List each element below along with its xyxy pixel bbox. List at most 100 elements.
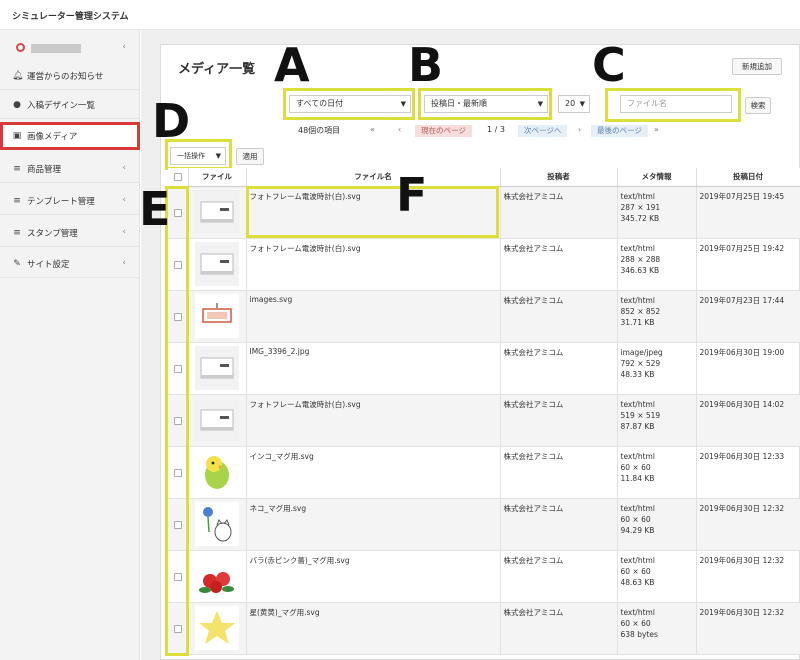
meta-cell: text/html 852 × 852 31.71 KB [617,290,697,343]
next-arrow[interactable]: › [578,125,581,134]
meta-dimensions: 60 × 60 [620,514,651,524]
column-header-filename[interactable]: ファイル名 [246,168,501,187]
annotation-letter-b: B [408,38,444,92]
meta-dimensions: 852 × 852 [620,306,661,316]
thumbnail-image[interactable] [195,397,239,442]
column-header-date[interactable]: 投稿日付 [696,168,800,187]
posted-date: 2019年06月30日 12:32 [699,607,785,617]
thumbnail-cell [188,394,247,447]
thumbnail-cell [188,186,247,239]
table-row[interactable]: images.svg 株式会社アミコム text/html 852 × 852 31.7… [168,290,800,343]
meta-cell: text/html 287 × 191 345.72 KB [617,186,697,239]
search-button[interactable]: 検索 [745,97,771,114]
sidebar-item-settings[interactable]: ✎ サイト設定 ‹ [0,250,140,278]
highlight-box-e [165,186,189,656]
meta-type: text/html [620,555,655,565]
apply-button[interactable]: 適用 [236,148,264,165]
column-header-poster[interactable]: 投稿者 [500,168,618,187]
meta-size: 11.84 KB [620,473,655,483]
thumbnail-cell [188,238,247,291]
filename-cell: バラ(赤ピンク薔)_マグ用.svg [246,550,501,603]
thumbnail-image[interactable] [195,449,239,494]
thumbnail-image[interactable] [195,501,239,546]
next-page-link[interactable]: 次ページへ [518,125,568,137]
meta-type: text/html [620,191,655,201]
thumbnail-image[interactable] [195,189,239,234]
date-cell: 2019年07月25日 19:45 [696,186,800,239]
sidebar-item-label: テンプレート管理 [27,197,95,207]
first-page-link[interactable]: « [370,125,375,134]
meta-cell: text/html 60 × 60 11.84 KB [617,446,697,499]
filename-cell: インコ_マグ用.svg [246,446,501,499]
poster-name: 株式会社アミコム [503,607,564,617]
posted-date: 2019年07月25日 19:42 [699,243,785,253]
date-cell: 2019年06月30日 12:32 [696,550,800,603]
new-media-button[interactable]: 新規追加 [732,58,782,75]
meta-cell: text/html 60 × 60 48.63 KB [617,550,697,603]
thumbnail-image[interactable] [195,345,239,390]
poster-name: 株式会社アミコム [503,191,564,201]
meta-cell: text/html 519 × 519 87.87 KB [617,394,697,447]
poster-cell: 株式会社アミコム [500,446,618,499]
poster-cell: 株式会社アミコム [500,238,618,291]
database-icon: ≡ [13,196,21,206]
sidebar-item-templates[interactable]: ≡ テンプレート管理 ‹ [0,187,140,215]
thumbnail-image[interactable] [195,553,239,598]
table-row[interactable]: フォトフレーム電波時計(白).svg 株式会社アミコム text/html 288 ×… [168,238,800,291]
prev-page-link[interactable]: ‹ [398,125,401,134]
highlight-box-b [418,88,552,120]
table-row[interactable]: インコ_マグ用.svg 株式会社アミコム text/html 60 × 60 11.84… [168,446,800,499]
sidebar-item-media[interactable]: ▣ 画像メディア [0,122,140,150]
sidebar-item-label: 入稿デザイン一覧 [27,101,96,111]
filename-link[interactable]: IMG_3396_2.jpg [247,343,500,360]
meta-cell: text/html 60 × 60 638 bytes [617,602,697,655]
table-row[interactable]: ネコ_マグ用.svg 株式会社アミコム text/html 60 × 60 94.29 … [168,498,800,551]
table-row[interactable]: IMG_3396_2.jpg 株式会社アミコム image/jpeg 792 × 52… [168,342,800,395]
filename-link[interactable]: インコ_マグ用.svg [247,447,500,466]
poster-name: 株式会社アミコム [503,451,564,461]
media-table: ファイル ファイル名 投稿者 メタ情報 投稿日付 フォトフレーム電波時計(白).… [168,168,800,655]
meta-size: 31.71 KB [620,317,655,327]
sidebar-item-label: スタンプ管理 [27,229,78,239]
meta-size: 638 bytes [620,629,658,639]
last-page-link[interactable]: 最後のページ [591,125,648,137]
poster-name: 株式会社アミコム [503,243,564,253]
sidebar-item-notices[interactable]: 🔔︎ 運営からのお知らせ [0,62,140,90]
filename-link[interactable]: フォトフレーム電波時計(白).svg [247,239,500,258]
table-row[interactable]: 星(黄黄)_マグ用.svg 株式会社アミコム text/html 60 × 60 638… [168,602,800,655]
sidebar-item-label: 画像メディア [27,132,78,142]
posted-date: 2019年07月25日 19:45 [699,191,785,201]
thumbnail-image[interactable] [195,241,239,286]
filename-link[interactable]: 星(黄黄)_マグ用.svg [247,603,500,622]
filename-link[interactable]: ネコ_マグ用.svg [247,499,500,518]
sidebar-item-products[interactable]: ≡ 商品管理 ‹ [0,155,140,183]
filename-link[interactable]: フォトフレーム電波時計(白).svg [247,395,500,414]
thumbnail-image[interactable] [195,605,239,650]
thumbnail-cell [188,550,247,603]
chevron-left-icon: ‹ [122,227,126,237]
filename-link[interactable]: images.svg [247,291,500,308]
thumbnail-cell [188,498,247,551]
per-page-select[interactable]: 20 ▼ [558,95,590,113]
table-row[interactable]: フォトフレーム電波時計(白).svg 株式会社アミコム text/html 519 ×… [168,394,800,447]
meta-dimensions: 792 × 529 [620,358,661,368]
user-name-redacted [31,44,81,53]
sidebar-item-stamps[interactable]: ≡ スタンプ管理 ‹ [0,219,140,247]
date-cell: 2019年06月30日 12:32 [696,498,800,551]
date-cell: 2019年07月25日 19:42 [696,238,800,291]
table-row[interactable]: バラ(赤ピンク薔)_マグ用.svg 株式会社アミコム text/html 60 × 6… [168,550,800,603]
meta-type: text/html [620,399,655,409]
filename-link[interactable]: バラ(赤ピンク薔)_マグ用.svg [247,551,500,570]
header-select-all[interactable] [168,168,189,187]
select-all-checkbox[interactable] [173,172,182,181]
annotation-letter-a: A [274,38,310,92]
per-page-value: 20 [565,99,576,108]
poster-cell: 株式会社アミコム [500,394,618,447]
user-menu[interactable]: ‹ [0,38,140,58]
page-title: メディア一覧 [178,62,256,77]
last-arrow[interactable]: » [654,125,659,134]
sidebar-item-designs[interactable]: ● 入稿デザイン一覧 [0,91,140,119]
chevron-left-icon: ‹ [122,258,126,268]
thumbnail-image[interactable] [195,293,239,338]
meta-dimensions: 60 × 60 [620,566,651,576]
